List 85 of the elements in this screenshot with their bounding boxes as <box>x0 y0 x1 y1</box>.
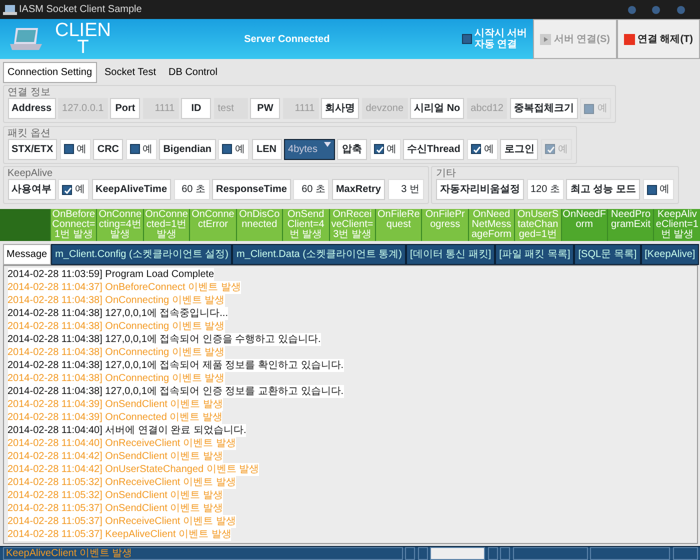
field-label: Address <box>8 98 56 119</box>
field-label: Port <box>110 98 140 119</box>
status-panel <box>488 547 498 560</box>
stop-icon <box>624 34 635 44</box>
field-label: STX/ETX <box>8 138 58 160</box>
caret-icon <box>324 142 330 146</box>
input-field[interactable]: 60 초 <box>293 179 330 200</box>
event-indicator: OnConnectError <box>189 209 236 241</box>
field-label: ID <box>181 98 212 119</box>
event-indicator: OnConnecting=4번 발생 <box>96 209 143 241</box>
input-field[interactable]: 60 초 <box>174 179 210 200</box>
event-indicator: NeedProgramExit <box>607 209 654 241</box>
status-panel <box>430 547 485 560</box>
checkbox[interactable]: 예 <box>60 138 91 160</box>
field-label: KeepAliveTime <box>92 179 172 200</box>
field-label: LEN <box>252 138 282 160</box>
tab[interactable]: m_Client.Data (소켓클라이언트 통계) <box>232 244 406 264</box>
field-label: 압축 <box>337 138 367 160</box>
group-title: 패킷 옵션 <box>8 128 52 138</box>
group-title: KeepAlive <box>8 168 54 179</box>
field-label: Bigendian <box>159 138 216 160</box>
event-indicator: OnConnected=1번 발생 <box>142 209 190 241</box>
checkbox[interactable]: 예 <box>642 179 674 200</box>
event-indicator: KeepAliveClient=1번 발생 <box>653 209 700 241</box>
tab[interactable]: [SQL문 목록] <box>574 244 641 264</box>
checkbox[interactable]: 예 <box>126 138 157 160</box>
event-indicator: OnFileRequest <box>374 209 422 241</box>
event-indicator: OnReceiveClient=3번 발생 <box>328 209 375 241</box>
field-label: 수신Thread <box>403 138 464 160</box>
event-indicator: OnFileProgress <box>421 209 468 241</box>
status-panel <box>500 547 510 560</box>
maximize-button[interactable] <box>651 4 661 14</box>
group-title: 기타 <box>436 168 457 179</box>
checkbox[interactable]: 예 <box>466 138 498 160</box>
event-indicator: OnDisConnected <box>236 209 282 241</box>
logo-text: CLIENT <box>54 22 112 56</box>
checkbox[interactable]: 예 <box>370 138 400 160</box>
connection-status: Server Connected <box>243 32 331 46</box>
checkmark-icon <box>374 145 384 155</box>
field-label: 회사명 <box>321 98 360 119</box>
minimize-button[interactable] <box>626 4 636 14</box>
status-panel <box>418 547 428 560</box>
field-label: 로그인 <box>500 138 538 160</box>
dropdown[interactable]: 4bytes <box>284 138 334 160</box>
app-icon <box>2 4 16 16</box>
event-indicator: OnNeedForm <box>560 209 608 241</box>
checkmark-icon <box>546 145 556 155</box>
checkmark-icon <box>472 145 482 155</box>
disconnect-button[interactable]: 연결 해제(T) <box>616 19 700 59</box>
tab[interactable]: Connection Setting <box>2 62 98 82</box>
group-title: 연결 정보 <box>8 87 52 98</box>
event-indicator: OnBeforeConnect=1번 발생 <box>50 209 96 241</box>
checkbox[interactable]: 예 <box>58 179 89 200</box>
field-label: MaxRetry <box>332 179 385 200</box>
field-label: 자동자리비움설정 <box>436 179 524 200</box>
input-field[interactable]: 3 번 <box>388 179 424 200</box>
field-label: CRC <box>93 138 124 160</box>
close-button[interactable] <box>676 4 686 14</box>
event-indicator: OnNeedNetMessageForm <box>468 209 514 241</box>
input-field[interactable]: 120 초 <box>526 179 564 200</box>
tab[interactable]: [파일 패킷 목록] <box>495 244 574 264</box>
field-label: 사용여부 <box>8 179 56 200</box>
field-label: 최고 성능 모드 <box>566 179 640 200</box>
play-icon <box>540 34 552 44</box>
status-text: KeepAliveClient 이벤트 발생 <box>2 547 402 560</box>
field-label: 시리얼 No <box>410 98 464 119</box>
laptop-icon <box>10 26 44 52</box>
status-panel <box>405 547 415 560</box>
tab[interactable]: Message <box>2 244 52 264</box>
tab[interactable]: DB Control <box>164 62 222 82</box>
tab[interactable]: [데이터 통신 패킷] <box>406 244 496 264</box>
tab[interactable]: m_Client.Config (소켓클라이언트 설정) <box>51 244 232 264</box>
checkbox-label: 시작시 서버 자동 연결 <box>474 28 528 50</box>
tab[interactable]: Socket Test <box>100 62 162 82</box>
event-indicator: OnUserStateChanged=1번 <box>514 209 561 241</box>
field-label: ResponseTime <box>212 179 291 200</box>
field-label: 중복접체크기 <box>510 98 578 119</box>
checkbox[interactable]: 예 <box>218 138 250 160</box>
checkbox[interactable] <box>462 34 472 44</box>
checkmark-icon <box>63 186 73 196</box>
field-label: PW <box>250 98 280 119</box>
status-panel <box>672 547 698 560</box>
tab[interactable]: [KeepAlive] <box>640 244 700 264</box>
event-indicator: OnSendClient=4번 발생 <box>282 209 329 241</box>
window-title: IASM Socket Client Sample <box>19 3 143 17</box>
